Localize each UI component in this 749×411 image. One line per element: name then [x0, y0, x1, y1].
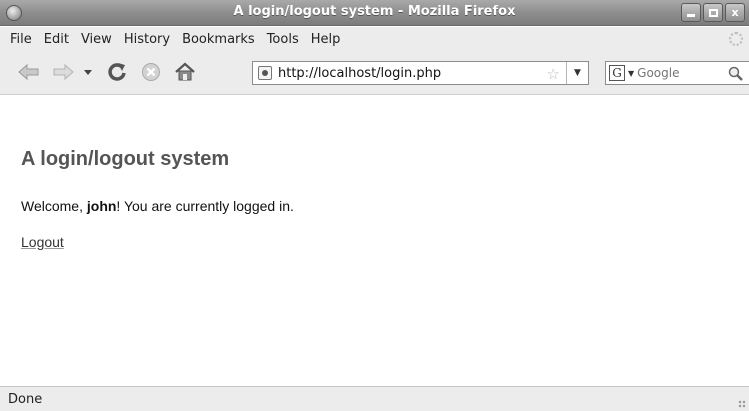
history-dropdown-icon — [84, 70, 92, 75]
minimize-button[interactable] — [681, 3, 701, 22]
window-titlebar[interactable]: A login/logout system - Mozilla Firefox … — [0, 0, 749, 26]
welcome-message: Welcome, john! You are currently logged … — [21, 198, 294, 214]
reload-icon — [108, 63, 126, 81]
status-text: Done — [8, 392, 43, 407]
address-bar[interactable]: ☆ ▼ — [252, 61, 589, 85]
stop-icon — [142, 63, 160, 81]
minimize-icon — [687, 14, 695, 17]
stop-button[interactable] — [138, 59, 164, 85]
window-controls: x — [681, 3, 745, 22]
home-button[interactable] — [172, 59, 198, 85]
menu-tools[interactable]: Tools — [261, 32, 305, 47]
activity-throbber-icon — [729, 32, 743, 46]
status-bar: Done — [0, 386, 749, 411]
site-identity-icon[interactable] — [258, 66, 272, 80]
search-engine-google-icon[interactable]: G — [609, 65, 625, 81]
welcome-suffix: ! You are currently logged in. — [116, 198, 294, 214]
history-dropdown-button[interactable] — [80, 59, 96, 85]
menu-history[interactable]: History — [118, 32, 176, 47]
back-icon — [18, 63, 39, 81]
close-button[interactable]: x — [725, 3, 745, 22]
forward-button[interactable] — [50, 59, 76, 85]
resize-grip-icon[interactable] — [738, 400, 746, 408]
maximize-icon — [708, 8, 718, 17]
page-heading: A login/logout system — [21, 148, 230, 170]
menu-bookmarks[interactable]: Bookmarks — [176, 32, 261, 47]
menu-edit[interactable]: Edit — [38, 32, 75, 47]
menu-file[interactable]: File — [4, 32, 38, 47]
navigation-toolbar: ☆ ▼ G ▼ — [0, 51, 749, 95]
menu-view[interactable]: View — [75, 32, 118, 47]
url-input[interactable] — [278, 65, 528, 81]
search-engine-dropdown-icon[interactable]: ▼ — [628, 69, 634, 78]
search-magnifier-icon[interactable] — [728, 66, 743, 81]
search-box[interactable]: G ▼ — [605, 61, 749, 85]
url-dropdown-button[interactable]: ▼ — [566, 62, 588, 84]
welcome-prefix: Welcome, — [21, 198, 87, 214]
back-button[interactable] — [16, 59, 42, 85]
menu-bar: File Edit View History Bookmarks Tools H… — [0, 27, 749, 51]
bookmark-star-icon[interactable]: ☆ — [547, 65, 560, 83]
reload-button[interactable] — [104, 59, 130, 85]
window-title: A login/logout system - Mozilla Firefox — [233, 4, 516, 19]
home-icon — [175, 62, 195, 81]
maximize-button[interactable] — [703, 3, 723, 22]
logout-link[interactable]: Logout — [21, 234, 64, 250]
forward-icon — [53, 63, 74, 81]
page-content: A login/logout system Welcome, john! You… — [0, 96, 749, 386]
menu-help[interactable]: Help — [305, 32, 347, 47]
search-input[interactable] — [637, 66, 718, 80]
username: john — [86, 198, 117, 214]
